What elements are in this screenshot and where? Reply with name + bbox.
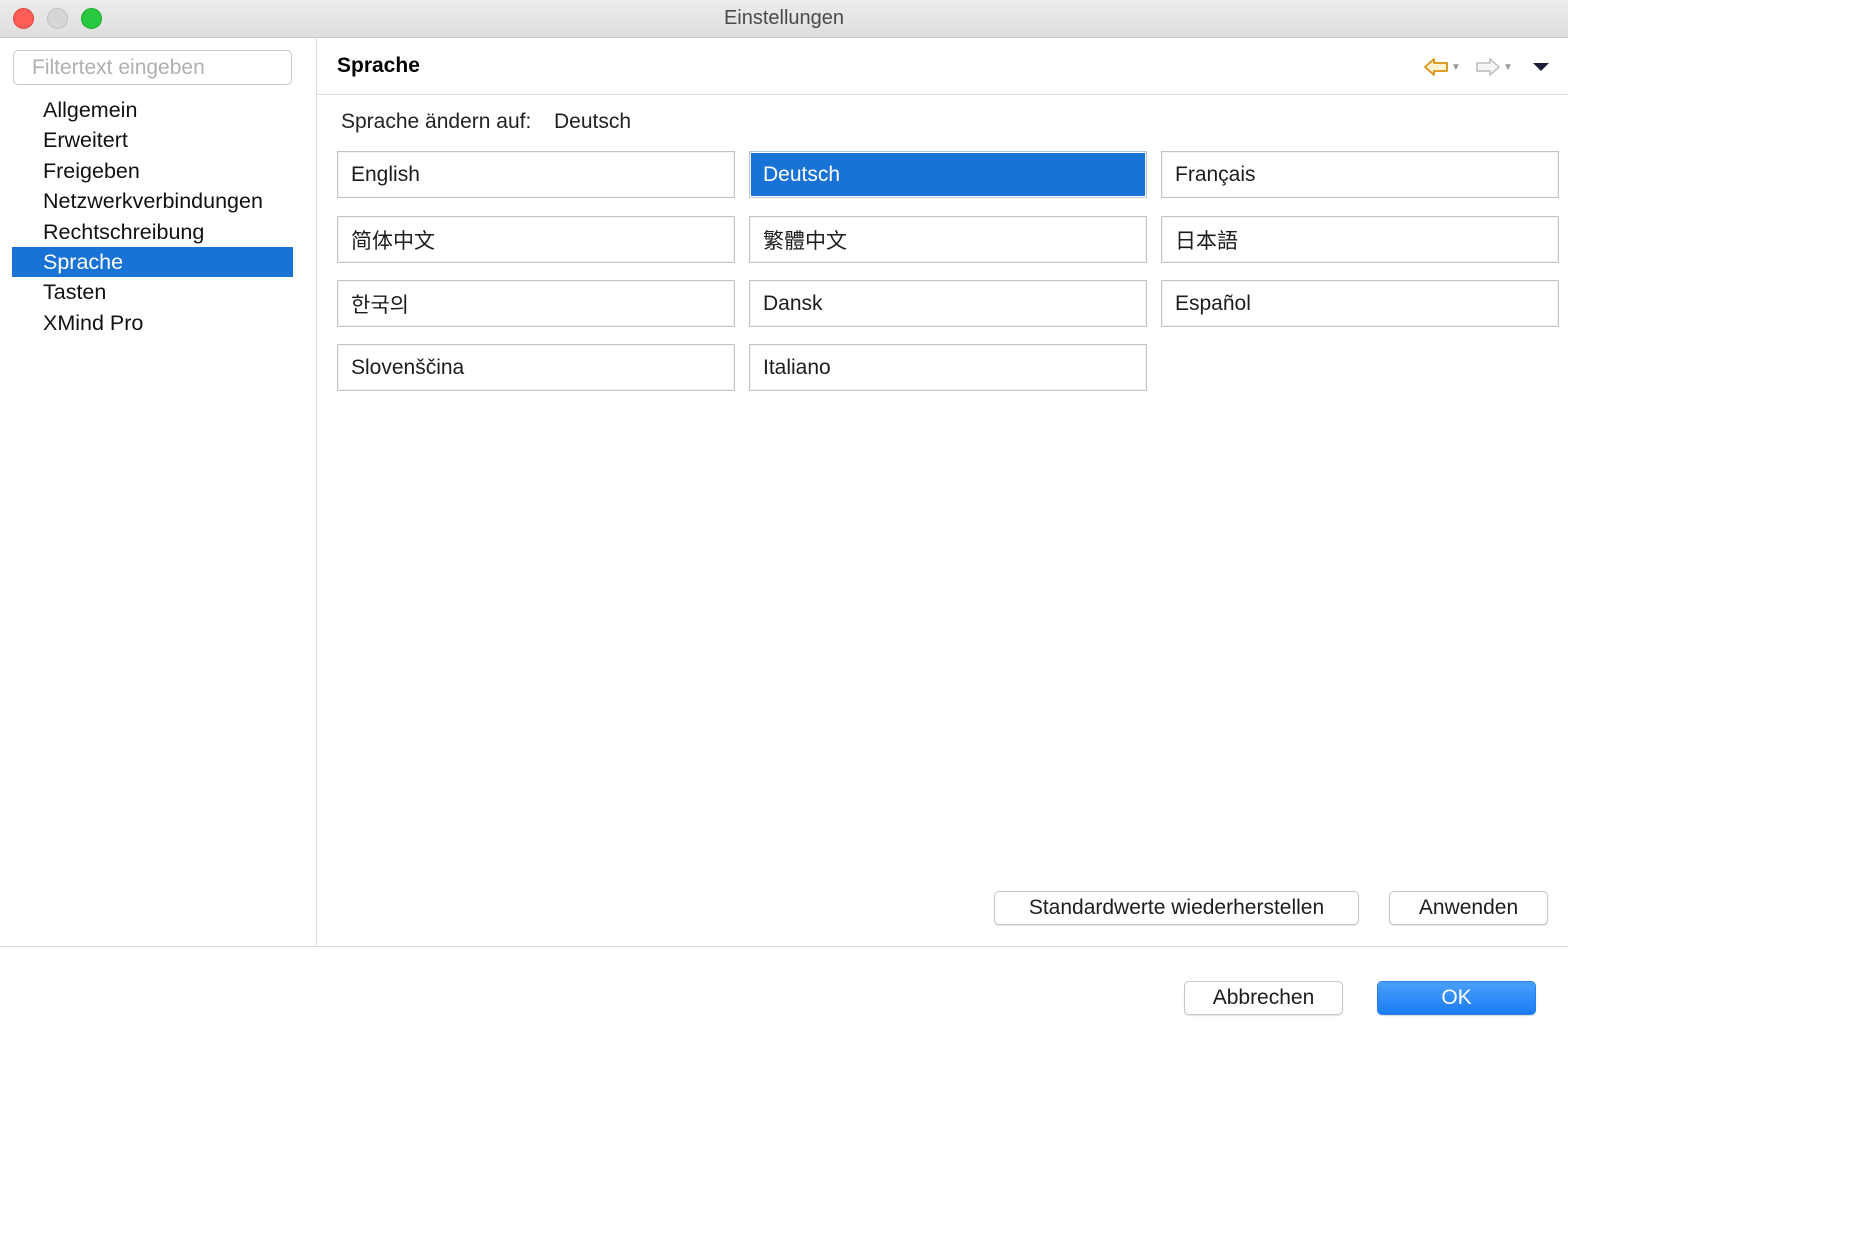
dialog-footer: Abbrechen OK bbox=[0, 946, 1568, 1052]
language-button-korean[interactable]: 한국의 bbox=[337, 280, 735, 327]
language-button-italiano[interactable]: Italiano bbox=[749, 344, 1147, 391]
current-language-value: Deutsch bbox=[554, 110, 632, 133]
language-button-deutsch[interactable]: Deutsch bbox=[749, 151, 1147, 198]
sidebar-item-erweitert[interactable]: Erweitert bbox=[12, 125, 293, 155]
language-button-francais[interactable]: Français bbox=[1161, 151, 1559, 198]
language-button-slovenscina[interactable]: Slovenščina bbox=[337, 344, 735, 391]
current-language-label: Sprache ändern auf: bbox=[341, 110, 532, 133]
forward-arrow-icon bbox=[1476, 58, 1500, 76]
language-button-traditional-chinese[interactable]: 繁體中文 bbox=[749, 216, 1147, 263]
view-menu-button[interactable] bbox=[1531, 52, 1551, 82]
language-button-espanol[interactable]: Español bbox=[1161, 280, 1559, 327]
filter-input[interactable] bbox=[13, 50, 292, 85]
sidebar-item-freigeben[interactable]: Freigeben bbox=[12, 156, 293, 186]
sidebar-item-netzwerkverbindungen[interactable]: Netzwerkverbindungen bbox=[12, 186, 293, 216]
cancel-button[interactable]: Abbrechen bbox=[1184, 981, 1343, 1015]
language-button-english[interactable]: English bbox=[337, 151, 735, 198]
page-title: Sprache bbox=[337, 54, 420, 77]
view-menu-icon bbox=[1533, 63, 1549, 71]
preferences-page: Sprache ▼ ▼ Sprache ändern auf: Deutsch … bbox=[317, 38, 1568, 946]
back-arrow-icon bbox=[1424, 58, 1448, 76]
forward-button[interactable]: ▼ bbox=[1475, 52, 1513, 82]
sidebar-item-rechtschreibung[interactable]: Rechtschreibung bbox=[12, 217, 293, 247]
apply-button[interactable]: Anwenden bbox=[1389, 891, 1548, 925]
sidebar-item-tasten[interactable]: Tasten bbox=[12, 277, 293, 307]
back-button[interactable]: ▼ bbox=[1423, 52, 1461, 82]
language-button-japanese[interactable]: 日本語 bbox=[1161, 216, 1559, 263]
window-title: Einstellungen bbox=[723, 7, 845, 29]
restore-defaults-button[interactable]: Standardwerte wiederherstellen bbox=[994, 891, 1359, 925]
language-button-simplified-chinese[interactable]: 简体中文 bbox=[337, 216, 735, 263]
sidebar-item-sprache[interactable]: Sprache bbox=[12, 246, 293, 278]
preferences-nav: Allgemein Erweitert Freigeben Netzwerkve… bbox=[12, 95, 293, 338]
forward-history-dropdown-icon[interactable]: ▼ bbox=[1503, 62, 1513, 73]
preferences-sidebar: Allgemein Erweitert Freigeben Netzwerkve… bbox=[0, 38, 317, 946]
sidebar-item-allgemein[interactable]: Allgemein bbox=[12, 95, 293, 125]
title-bar: Einstellungen bbox=[0, 0, 1568, 38]
back-history-dropdown-icon[interactable]: ▼ bbox=[1451, 62, 1461, 73]
sidebar-item-xmind-pro[interactable]: XMind Pro bbox=[12, 308, 293, 338]
ok-button[interactable]: OK bbox=[1377, 981, 1536, 1015]
language-button-dansk[interactable]: Dansk bbox=[749, 280, 1147, 327]
page-header: Sprache ▼ ▼ bbox=[317, 38, 1568, 95]
